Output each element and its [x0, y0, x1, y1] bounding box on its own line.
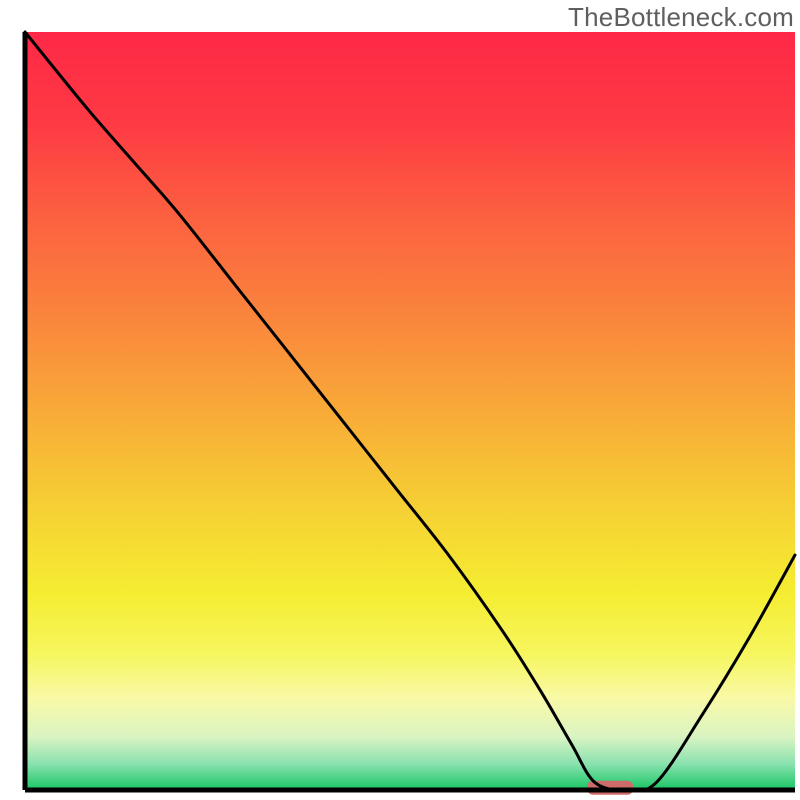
plot-background [25, 32, 795, 790]
watermark-text: TheBottleneck.com [568, 2, 794, 33]
bottleneck-chart [0, 0, 800, 800]
